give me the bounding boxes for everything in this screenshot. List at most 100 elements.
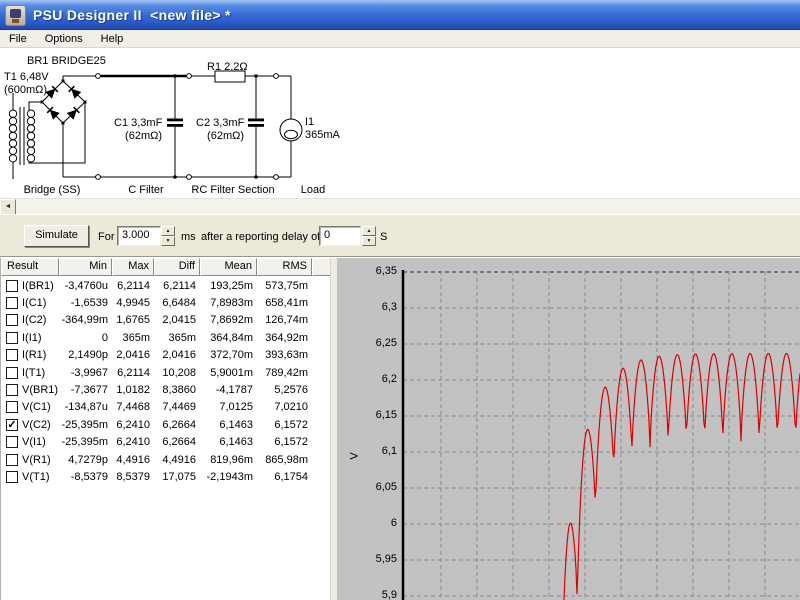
results-table: Result Min Max Diff Mean RMS I(BR1)-3,47…: [0, 258, 330, 600]
result-value: 126,74m: [257, 314, 312, 326]
y-tick-label: 6,1: [363, 445, 397, 457]
result-value: -364,99m: [59, 314, 112, 326]
result-value: 393,63m: [257, 349, 312, 361]
table-row: I(I1)0365m365m364,84m364,92m: [1, 329, 331, 346]
result-name: I(BR1): [22, 280, 54, 292]
column-header-min[interactable]: Min: [59, 258, 112, 276]
menu-file[interactable]: File: [0, 31, 36, 47]
spin-up-icon[interactable]: ▲: [362, 226, 376, 236]
result-value: 7,0210: [257, 401, 312, 413]
result-value: 789,42m: [257, 367, 312, 379]
table-row: V(I1)-25,395m6,24106,26646,14636,1572: [1, 434, 331, 451]
result-value: 0: [59, 332, 112, 344]
result-value: -2,1943m: [200, 471, 257, 483]
result-name: I(T1): [22, 367, 45, 379]
spin-up-icon[interactable]: ▲: [161, 226, 175, 236]
result-checkbox[interactable]: [6, 384, 18, 396]
section-label-cfilter: C Filter: [101, 184, 191, 196]
result-checkbox[interactable]: [6, 367, 18, 379]
result-value: 1,6765: [112, 314, 154, 326]
result-value: 4,4916: [112, 454, 154, 466]
table-row: I(T1)-3,99676,211410,2085,9001m789,42m: [1, 364, 331, 381]
delay-stepper[interactable]: ▲ ▼: [362, 226, 376, 246]
app-window: PSU Designer II <new file> * File Option…: [0, 0, 800, 600]
cap1-resistance-label: (62mΩ): [118, 130, 162, 142]
result-name: I(C1): [22, 297, 46, 309]
table-row: V(R1)4,7279p4,49164,4916819,96m865,98m: [1, 451, 331, 468]
y-tick-label: 6,25: [363, 337, 397, 349]
y-tick-label: 6,15: [363, 409, 397, 421]
result-value: -4,1787: [200, 384, 257, 396]
duration-input[interactable]: 3.000: [117, 226, 161, 246]
left-arrow-icon: ◄: [5, 203, 12, 210]
delay-unit-label: S: [380, 231, 387, 243]
result-value: 5,9001m: [200, 367, 257, 379]
table-row: V(T1)-8,53798,537917,075-2,1943m6,1754: [1, 468, 331, 485]
section-label-bridge: Bridge (SS): [7, 184, 97, 196]
result-checkbox[interactable]: [6, 280, 18, 292]
result-value: 8,5379: [112, 471, 154, 483]
result-value: 7,8692m: [200, 314, 257, 326]
result-value: 10,208: [154, 367, 200, 379]
schematic-canvas[interactable]: BR1 BRIDGE25 T1 6,48V (600mΩ) R1 2,2Ω C1…: [0, 48, 800, 198]
table-row: I(C1)-1,65394,99456,64847,8983m658,41m: [1, 294, 331, 311]
result-checkbox[interactable]: [6, 332, 18, 344]
y-tick-label: 5,95: [363, 553, 397, 565]
load-label: I1: [305, 116, 314, 128]
titlebar: PSU Designer II <new file> *: [0, 0, 800, 30]
spin-down-icon[interactable]: ▼: [362, 236, 376, 246]
column-header-diff[interactable]: Diff: [154, 258, 200, 276]
schematic-hscrollbar[interactable]: ◄: [0, 198, 800, 214]
result-checkbox[interactable]: [6, 349, 18, 361]
duration-stepper[interactable]: ▲ ▼: [161, 226, 175, 246]
result-value: -1,6539: [59, 297, 112, 309]
result-checkbox[interactable]: [6, 314, 18, 326]
cap2-label: C2 3,3mF: [196, 117, 244, 129]
column-header-max[interactable]: Max: [112, 258, 154, 276]
delay-input[interactable]: 0: [319, 226, 361, 246]
result-checkbox[interactable]: [6, 297, 18, 309]
result-name: V(I1): [22, 436, 46, 448]
result-checkbox[interactable]: [6, 401, 18, 413]
result-name: V(R1): [22, 454, 51, 466]
result-value: 6,1463: [200, 436, 257, 448]
window-title: PSU Designer II <new file> *: [33, 7, 231, 23]
column-header-rms[interactable]: RMS: [257, 258, 312, 276]
result-value: -25,395m: [59, 436, 112, 448]
result-value: 6,2114: [112, 280, 154, 292]
table-row: I(R1)2,1490p2,04162,0416372,70m393,63m: [1, 347, 331, 364]
table-vscrollbar[interactable]: [330, 258, 337, 600]
result-value: 6,2664: [154, 419, 200, 431]
result-checkbox[interactable]: [6, 436, 18, 448]
capacitor-c1-symbol: [167, 74, 183, 179]
result-checkbox[interactable]: [6, 454, 18, 466]
result-value: -25,395m: [59, 419, 112, 431]
menu-options[interactable]: Options: [36, 31, 92, 47]
result-value: 5,2576: [257, 384, 312, 396]
simulate-button[interactable]: Simulate: [24, 225, 89, 247]
result-checkbox[interactable]: [6, 471, 18, 483]
section-label-load: Load: [268, 184, 358, 196]
result-value: -8,5379: [59, 471, 112, 483]
result-value: 8,3860: [154, 384, 200, 396]
spin-down-icon[interactable]: ▼: [161, 236, 175, 246]
y-tick-label: 6: [363, 517, 397, 529]
current-source-symbol: [280, 76, 302, 177]
menu-help[interactable]: Help: [92, 31, 133, 47]
result-value: 365m: [112, 332, 154, 344]
result-value: 6,1754: [257, 471, 312, 483]
transformer-label: T1 6,48V: [4, 71, 49, 83]
load-current-label: 365mA: [305, 129, 340, 141]
y-axis-label: V: [349, 452, 361, 459]
result-name: V(C2): [22, 419, 51, 431]
result-value: 2,0415: [154, 314, 200, 326]
result-value: 6,2664: [154, 436, 200, 448]
column-header-stub: [312, 258, 331, 276]
result-value: 6,1572: [257, 436, 312, 448]
column-header-mean[interactable]: Mean: [200, 258, 257, 276]
result-name: V(BR1): [22, 384, 58, 396]
result-checkbox[interactable]: ✓: [6, 419, 18, 431]
column-header-result[interactable]: Result: [1, 258, 59, 276]
scroll-left-button[interactable]: ◄: [0, 199, 16, 215]
result-value: 573,75m: [257, 280, 312, 292]
